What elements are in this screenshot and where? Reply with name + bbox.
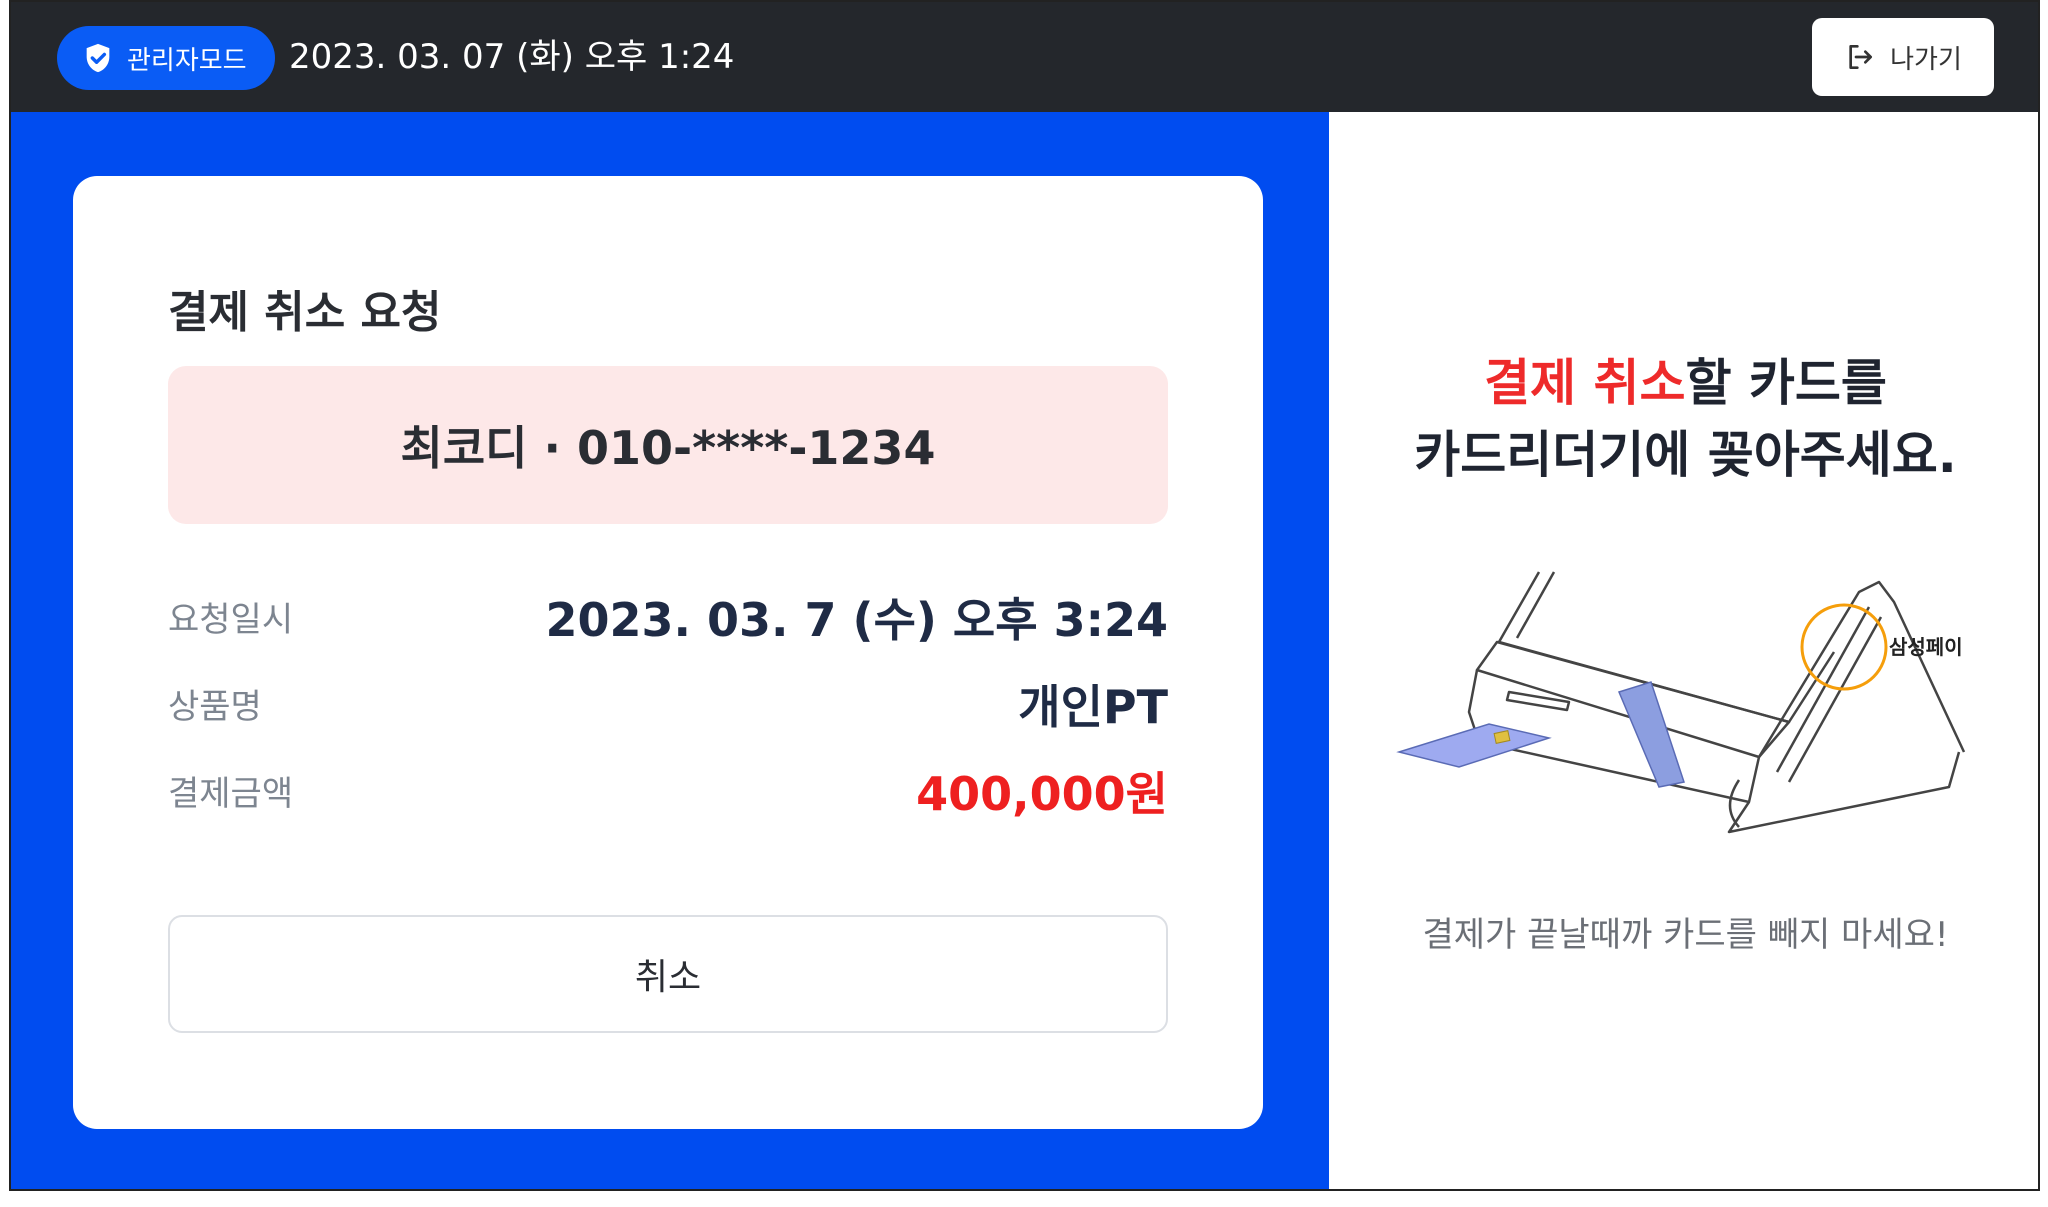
card-reader-panel: 결제 취소할 카드를 카드리더기에 꽂아주세요. 삼성페이 결제가 끝날때까 카… [1329,112,2038,1189]
payment-amount-value: 400,000원 [916,767,1168,821]
exit-button[interactable]: 나가기 [1812,18,1994,96]
payment-panel: 결제 취소 요청 최코디 · 010-****-1234 요청일시 2023. … [11,112,1329,1189]
instruction-line1: 할 카드를 [1685,354,1887,412]
top-bar: 관리자모드 2023. 03. 07 (화) 오후 1:24 나가기 [11,2,2038,112]
admin-mode-label: 관리자모드 [127,45,247,76]
customer-info: 최코디 · 010-****-1234 [168,366,1168,524]
cancel-request-card: 결제 취소 요청 최코디 · 010-****-1234 요청일시 2023. … [73,176,1263,1129]
app-window: 관리자모드 2023. 03. 07 (화) 오후 1:24 나가기 결제 취소… [9,0,2040,1191]
card-reader-illustration: 삼성페이 [1396,571,1966,834]
request-datetime-value: 2023. 03. 7 (수) 오후 3:24 [545,593,1169,647]
samsung-pay-label: 삼성페이 [1889,635,1963,659]
current-datetime: 2023. 03. 07 (화) 오후 1:24 [289,37,735,77]
instruction-line2: 카드리더기에 꽂아주세요. [1414,426,1957,484]
payment-amount-row: 결제금액 400,000원 [168,758,1168,828]
product-name-row: 상품명 개인PT [168,671,1168,741]
product-name-label: 상품명 [168,687,262,727]
card-title: 결제 취소 요청 [168,287,442,338]
instruction-text: 결제 취소할 카드를 카드리더기에 꽂아주세요. [1329,347,2038,491]
request-datetime-row: 요청일시 2023. 03. 7 (수) 오후 3:24 [168,584,1168,654]
logout-icon [1849,45,1873,69]
product-name-value: 개인PT [1018,680,1168,734]
admin-mode-badge: 관리자모드 [57,26,275,90]
request-datetime-label: 요청일시 [168,600,294,640]
shield-check-icon [86,43,110,73]
cancel-button[interactable]: 취소 [168,915,1168,1033]
warning-text: 결제가 끝날때까 카드를 빼지 마세요! [1422,915,1949,955]
exit-button-label: 나가기 [1890,44,1962,75]
instruction-highlight: 결제 취소 [1484,354,1686,412]
payment-amount-label: 결제금액 [168,774,294,814]
